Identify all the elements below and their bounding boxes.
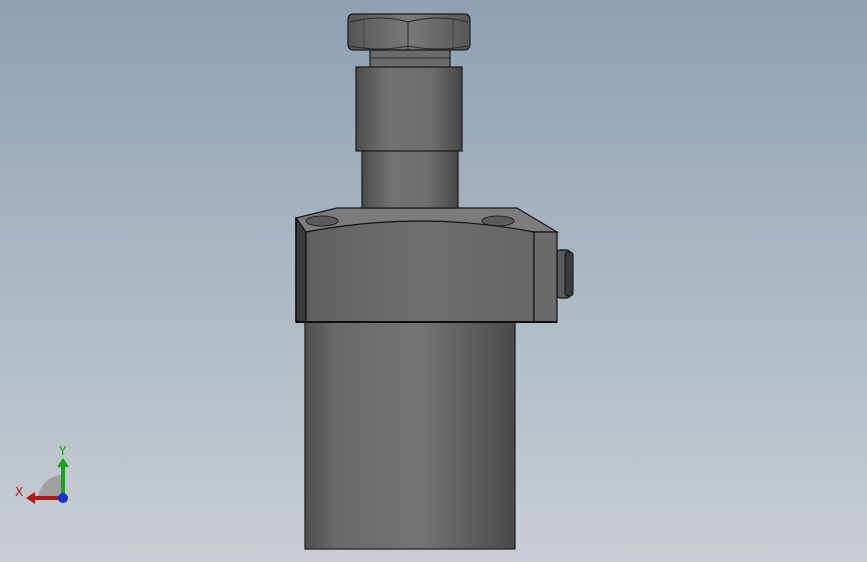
side-port-fitting[interactable] — [556, 249, 574, 299]
graphics-viewport[interactable]: Y X — [0, 0, 867, 562]
model-view[interactable]: Y X — [0, 0, 867, 562]
x-axis-label: X — [15, 485, 23, 499]
rod-sleeve[interactable] — [355, 66, 463, 152]
z-axis-dot-icon — [58, 493, 68, 503]
y-axis-label: Y — [58, 444, 67, 458]
piston-rod[interactable] — [361, 149, 459, 209]
coordinate-triad: Y X — [15, 444, 69, 504]
y-axis-arrow-icon — [57, 458, 69, 467]
hex-nut[interactable] — [347, 13, 471, 51]
cylinder-body[interactable] — [304, 321, 516, 550]
mounting-block[interactable] — [295, 207, 560, 323]
washer[interactable] — [369, 49, 451, 68]
x-axis-arrow-icon — [26, 492, 35, 504]
